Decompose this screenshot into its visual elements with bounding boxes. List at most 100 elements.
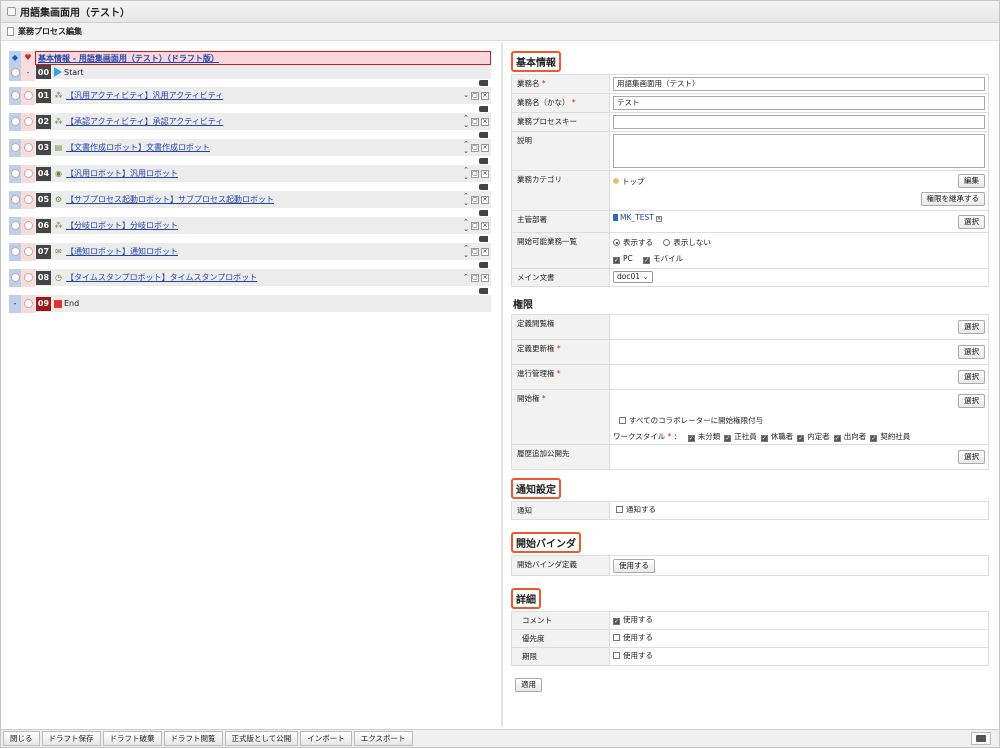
add-step-icon[interactable] xyxy=(479,210,488,216)
delete-icon[interactable]: × xyxy=(481,143,489,152)
bottom-button-0[interactable]: 閉じる xyxy=(3,731,40,746)
apply-button[interactable]: 適用 xyxy=(515,678,542,692)
add-step-icon[interactable] xyxy=(479,80,488,86)
row-radio[interactable] xyxy=(9,112,21,131)
step-link[interactable]: 【承認アクティビティ】承認アクティビティ xyxy=(66,116,463,127)
row-radio-2[interactable] xyxy=(21,112,35,131)
workstyle-checkbox[interactable]: ✓ xyxy=(870,435,878,442)
row-radio-2[interactable] xyxy=(21,242,35,261)
business-name-input[interactable]: 用語集画面用（テスト） xyxy=(613,77,985,91)
bottom-button-6[interactable]: エクスポート xyxy=(353,731,413,746)
add-step-icon[interactable] xyxy=(479,288,488,294)
row-handle[interactable] xyxy=(9,63,21,81)
add-step-icon[interactable] xyxy=(479,158,488,164)
move-arrows-icon[interactable]: ⌃ ⌄ xyxy=(463,192,469,207)
row-radio[interactable] xyxy=(9,190,21,209)
workstyle-checkbox[interactable]: ✓ xyxy=(724,435,732,442)
row-handle[interactable]: - xyxy=(9,294,21,313)
row-radio[interactable] xyxy=(9,138,21,157)
step-link[interactable]: 【分岐ロボット】分岐ロボット xyxy=(66,220,463,231)
step-link[interactable]: 【通知ロボット】通知ロボット xyxy=(66,246,463,257)
deadline-checkbox[interactable] xyxy=(613,652,620,659)
move-arrows-icon[interactable]: ⌃ xyxy=(463,274,469,281)
row-radio[interactable] xyxy=(9,164,21,183)
copy-icon[interactable]: ▢ xyxy=(471,195,479,204)
copy-icon[interactable]: ▢ xyxy=(471,221,479,230)
add-step-icon[interactable] xyxy=(479,236,488,242)
bottom-button-2[interactable]: ドラフト破棄 xyxy=(102,731,162,746)
description-textarea[interactable] xyxy=(613,134,985,168)
row-radio[interactable] xyxy=(9,216,21,235)
row-radio-2[interactable] xyxy=(21,164,35,183)
delete-icon[interactable]: × xyxy=(481,91,489,100)
delete-icon[interactable]: × xyxy=(481,273,489,282)
step-link[interactable]: 【タイムスタンプロボット】タイムスタンプロボット xyxy=(66,272,463,283)
select-progress-permission-button[interactable]: 選択 xyxy=(958,370,985,384)
select-start-permission-button[interactable]: 選択 xyxy=(958,394,985,408)
inherit-permission-button[interactable]: 権限を継承する xyxy=(920,192,985,206)
delete-icon[interactable]: × xyxy=(481,247,489,256)
row-radio[interactable] xyxy=(9,242,21,261)
add-step-icon[interactable] xyxy=(479,184,488,190)
select-update-permission-button[interactable]: 選択 xyxy=(958,345,985,359)
row-radio-2[interactable] xyxy=(21,216,35,235)
main-document-select[interactable]: doc01 ⌄ xyxy=(613,271,653,283)
row-radio[interactable] xyxy=(9,86,21,105)
collaborator-checkbox[interactable] xyxy=(619,417,626,424)
select-view-permission-button[interactable]: 選択 xyxy=(958,320,985,334)
panel-divider[interactable] xyxy=(501,43,503,727)
mobile-checkbox[interactable]: ✓ xyxy=(643,257,651,264)
step-link[interactable]: 【汎用ロボット】汎用ロボット xyxy=(66,168,463,179)
bottom-button-4[interactable]: 正式版として公開 xyxy=(224,731,299,746)
delete-icon[interactable]: × xyxy=(481,169,489,178)
workstyle-checkbox[interactable]: ✓ xyxy=(760,435,768,442)
copy-icon[interactable]: ▢ xyxy=(471,273,479,282)
delete-icon[interactable]: × xyxy=(481,221,489,230)
move-arrows-icon[interactable]: ⌃ ⌄ xyxy=(463,166,469,181)
step-link[interactable]: 【文書作成ロボット】文書作成ロボット xyxy=(66,142,463,153)
row-radio[interactable] xyxy=(9,268,21,287)
add-step-icon[interactable] xyxy=(479,106,488,112)
copy-icon[interactable]: ▢ xyxy=(471,143,479,152)
workstyle-checkbox[interactable]: ✓ xyxy=(833,435,841,442)
bottom-button-1[interactable]: ドラフト保存 xyxy=(41,731,101,746)
row-radio-2[interactable] xyxy=(21,138,35,157)
select-history-button[interactable]: 選択 xyxy=(958,450,985,464)
radio-show[interactable] xyxy=(613,239,620,246)
add-step-icon[interactable] xyxy=(479,262,488,268)
add-step-icon[interactable] xyxy=(479,132,488,138)
bottom-button-5[interactable]: インポート xyxy=(300,731,352,746)
copy-icon[interactable]: ▢ xyxy=(471,117,479,126)
step-link[interactable]: 【サブプロセス起動ロボット】サブプロセス起動ロボット xyxy=(66,194,463,205)
step-link[interactable]: 【汎用アクティビティ】汎用アクティビティ xyxy=(66,90,463,101)
priority-checkbox[interactable] xyxy=(613,634,620,641)
use-binder-button[interactable]: 使用する xyxy=(613,559,655,573)
comment-checkbox[interactable]: ✓ xyxy=(613,618,620,625)
move-arrows-icon[interactable]: ⌃ ⌄ xyxy=(463,114,469,129)
process-key-input[interactable] xyxy=(613,115,985,129)
print-button[interactable] xyxy=(971,732,991,745)
department-value[interactable]: MK_TEST xyxy=(620,213,654,222)
row-radio-2[interactable] xyxy=(21,86,35,105)
remove-department-icon[interactable]: × xyxy=(655,216,662,222)
row-radio-2[interactable] xyxy=(21,268,35,287)
process-header-link[interactable]: 基本情報 - 用語集画面用（テスト）（ドラフト版） xyxy=(38,53,219,64)
move-arrows-icon[interactable]: ⌃ ⌄ xyxy=(463,244,469,259)
delete-icon[interactable]: × xyxy=(481,117,489,126)
row-collapse[interactable]: - xyxy=(21,63,35,81)
business-kana-input[interactable]: テスト xyxy=(613,96,985,110)
row-radio-2[interactable] xyxy=(21,190,35,209)
copy-icon[interactable]: ▢ xyxy=(471,169,479,178)
edit-category-button[interactable]: 編集 xyxy=(958,174,985,188)
pc-checkbox[interactable]: ✓ xyxy=(613,257,620,264)
copy-icon[interactable]: ▢ xyxy=(471,91,479,100)
workstyle-checkbox[interactable]: ✓ xyxy=(687,435,695,442)
move-arrows-icon[interactable]: ⌃ ⌄ xyxy=(463,218,469,233)
radio-hide[interactable] xyxy=(663,239,671,246)
move-arrows-icon[interactable]: ⌃ ⌄ xyxy=(463,140,469,155)
bottom-button-3[interactable]: ドラフト閲覧 xyxy=(163,731,223,746)
delete-icon[interactable]: × xyxy=(481,195,489,204)
notify-checkbox[interactable] xyxy=(616,506,623,513)
select-department-button[interactable]: 選択 xyxy=(958,215,985,229)
row-radio[interactable] xyxy=(21,294,35,313)
